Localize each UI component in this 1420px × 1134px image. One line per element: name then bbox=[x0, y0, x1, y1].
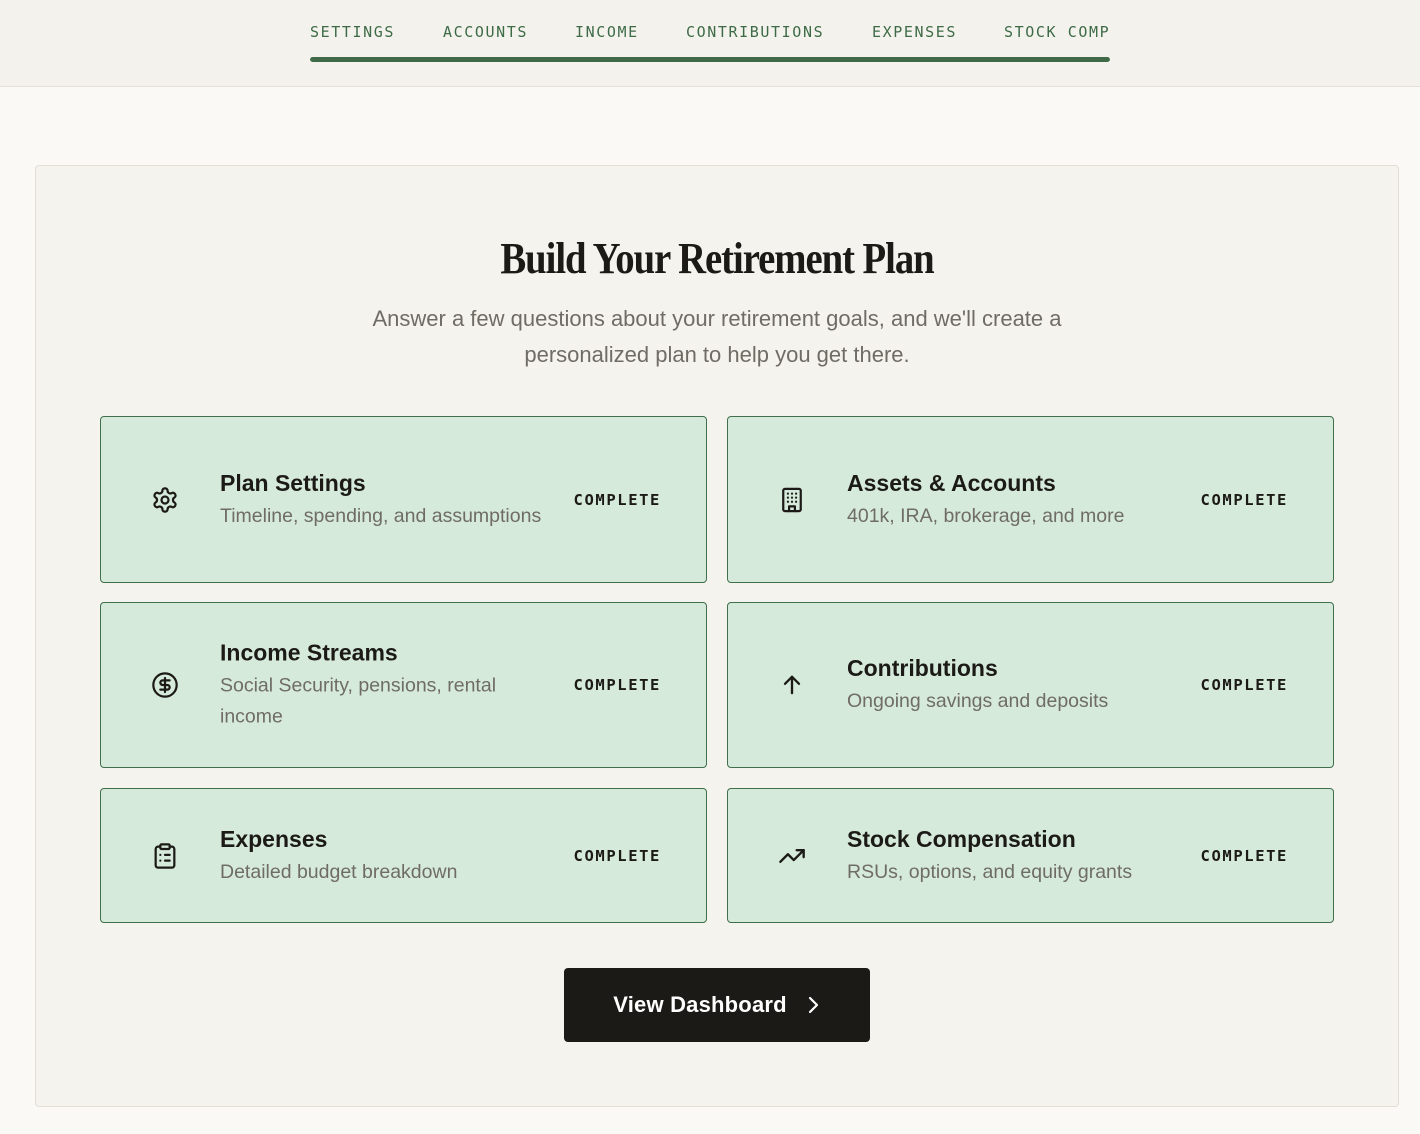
status-badge: COMPLETE bbox=[573, 676, 661, 694]
page-subtitle: Answer a few questions about your retire… bbox=[372, 306, 1062, 367]
tab-settings[interactable]: SETTINGS bbox=[310, 22, 395, 42]
trending-up-icon bbox=[778, 842, 806, 870]
gear-icon bbox=[151, 486, 179, 514]
card-description: Social Security, pensions, rental income bbox=[220, 674, 497, 728]
tab-contributions[interactable]: CONTRIBUTIONS bbox=[686, 22, 824, 42]
card-text: Plan Settings Timeline, spending, and as… bbox=[220, 468, 550, 532]
card-title: Income Streams bbox=[220, 639, 398, 666]
card-text: Contributions Ongoing savings and deposi… bbox=[847, 653, 1177, 717]
arrow-up-icon bbox=[778, 671, 806, 699]
card-description: Detailed budget breakdown bbox=[220, 860, 458, 883]
page-title: Build Your Retirement Plan bbox=[500, 234, 934, 283]
status-badge: COMPLETE bbox=[573, 846, 661, 865]
card-title: Stock Compensation bbox=[847, 825, 1076, 852]
tab-income[interactable]: INCOME bbox=[575, 22, 639, 42]
status-badge: COMPLETE bbox=[573, 490, 661, 509]
progress-bar bbox=[310, 57, 1110, 62]
card-description: Ongoing savings and deposits bbox=[847, 690, 1109, 712]
card-text: Stock Compensation RSUs, options, and eq… bbox=[847, 824, 1177, 888]
card-assets-accounts[interactable]: Assets & Accounts 401k, IRA, brokerage, … bbox=[727, 416, 1334, 583]
card-description: RSUs, options, and equity grants bbox=[847, 860, 1133, 883]
progress-bar-fill bbox=[310, 57, 1110, 62]
card-plan-settings[interactable]: Plan Settings Timeline, spending, and as… bbox=[100, 416, 707, 583]
card-text: Expenses Detailed budget breakdown bbox=[220, 824, 550, 888]
view-dashboard-button[interactable]: View Dashboard bbox=[564, 968, 870, 1042]
card-expenses[interactable]: Expenses Detailed budget breakdown COMPL… bbox=[100, 788, 707, 923]
status-badge: COMPLETE bbox=[1200, 676, 1288, 694]
card-description: 401k, IRA, brokerage, and more bbox=[847, 504, 1125, 527]
dollar-circle-icon bbox=[151, 671, 179, 699]
card-description: Timeline, spending, and assumptions bbox=[220, 504, 542, 527]
card-text: Income Streams Social Security, pensions… bbox=[220, 638, 550, 733]
view-dashboard-label: View Dashboard bbox=[613, 992, 787, 1017]
top-nav: SETTINGS ACCOUNTS INCOME CONTRIBUTIONS E… bbox=[0, 0, 1420, 87]
card-title: Expenses bbox=[220, 825, 328, 852]
card-stock-compensation[interactable]: Stock Compensation RSUs, options, and eq… bbox=[727, 788, 1334, 923]
tab-expenses[interactable]: EXPENSES bbox=[872, 22, 957, 42]
tab-stock-comp[interactable]: STOCK COMP bbox=[1004, 22, 1110, 42]
chevron-right-icon bbox=[787, 994, 821, 1016]
card-title: Assets & Accounts bbox=[847, 469, 1056, 496]
card-title: Contributions bbox=[847, 655, 998, 681]
building-icon bbox=[778, 486, 806, 514]
card-text: Assets & Accounts 401k, IRA, brokerage, … bbox=[847, 468, 1177, 532]
plan-builder-panel: Build Your Retirement Plan Answer a few … bbox=[35, 165, 1399, 1107]
card-income-streams[interactable]: Income Streams Social Security, pensions… bbox=[100, 602, 707, 768]
status-badge: COMPLETE bbox=[1200, 490, 1288, 509]
clipboard-list-icon bbox=[151, 842, 179, 870]
card-title: Plan Settings bbox=[220, 469, 366, 496]
card-contributions[interactable]: Contributions Ongoing savings and deposi… bbox=[727, 602, 1334, 768]
status-badge: COMPLETE bbox=[1200, 846, 1288, 865]
tab-accounts[interactable]: ACCOUNTS bbox=[443, 22, 528, 42]
